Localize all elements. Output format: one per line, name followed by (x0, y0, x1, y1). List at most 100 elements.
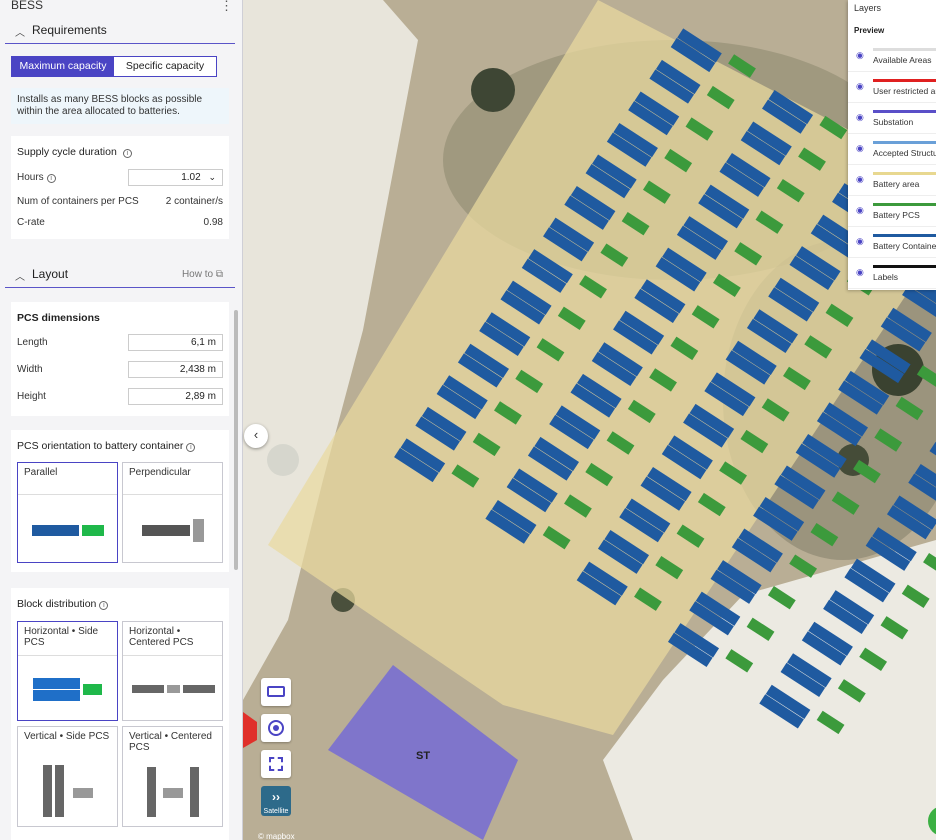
map-attribution[interactable]: © mapbox (258, 832, 295, 840)
width-input[interactable]: 2,438 m (128, 361, 223, 378)
container-shape (43, 765, 52, 817)
layers-preview-label: Preview (854, 26, 885, 35)
layer-item[interactable]: ◉ Battery PCS (848, 196, 936, 227)
eye-icon[interactable]: ◉ (856, 81, 864, 92)
layer-name: Battery PCS (873, 210, 920, 220)
eye-icon[interactable]: ◉ (856, 143, 864, 154)
info-text: Installs as many BESS blocks as possible… (11, 88, 229, 124)
height-input[interactable]: 2,89 m (128, 388, 223, 405)
external-link-icon: ⧉ (215, 269, 223, 280)
layers-switch-icon: ›› (272, 790, 280, 804)
layer-name: User restricted areas (873, 86, 936, 96)
parallel-label: Parallel (18, 463, 117, 495)
layer-item[interactable]: ◉ Available Areas (848, 41, 936, 72)
crate-row: C-rate 0.98 (17, 214, 223, 232)
layer-swatch (873, 172, 936, 175)
perpendicular-pcs-shape (193, 519, 204, 542)
satellite-toggle[interactable]: ›› Satellite (261, 786, 291, 816)
orientation-title-text: PCS orientation to battery container (17, 440, 184, 452)
eye-icon[interactable]: ◉ (856, 205, 864, 216)
requirements-title: Requirements (32, 23, 107, 37)
how-to-link[interactable]: How to ⧉ (182, 269, 223, 280)
requirements-header[interactable]: ︿ Requirements (5, 18, 235, 44)
info-icon[interactable]: i (122, 149, 132, 158)
length-unit: m (207, 337, 216, 348)
containers-value: 2 container/s (165, 196, 223, 207)
eye-icon[interactable]: ◉ (856, 112, 864, 123)
map-canvas[interactable] (243, 0, 936, 840)
block-distribution-title: Block distribution i (17, 598, 109, 610)
fullscreen-button[interactable] (261, 750, 291, 778)
supply-cycle-card: Supply cycle duration i Hours i 1.02 ⌄ Nu… (11, 136, 229, 239)
locate-button[interactable] (261, 714, 291, 742)
layer-item[interactable]: ◉ Labels (848, 258, 936, 289)
block-option-horizontal-side[interactable]: Horizontal • Side PCS (17, 621, 118, 721)
layer-name: Substation (873, 117, 914, 127)
layer-swatch (873, 203, 936, 206)
layer-swatch (873, 141, 936, 144)
hours-label-text: Hours (17, 172, 44, 183)
layer-item[interactable]: ◉ Battery area (848, 165, 936, 196)
pcs-dimensions-card: PCS dimensions Length 6,1 m Width 2,438 … (11, 302, 229, 416)
info-icon[interactable]: i (46, 174, 56, 183)
fullscreen-icon (269, 757, 283, 771)
kebab-icon[interactable]: ⋮ (220, 0, 233, 14)
tab-specific-capacity[interactable]: Specific capacity (114, 57, 216, 76)
eye-icon[interactable]: ◉ (856, 236, 864, 247)
block-option-horizontal-centered[interactable]: Horizontal • Centered PCS (122, 621, 223, 721)
measure-tool-button[interactable] (261, 678, 291, 706)
parallel-container-shape (32, 525, 79, 536)
layer-swatch (873, 110, 936, 113)
supply-cycle-title-text: Supply cycle duration (17, 146, 117, 158)
map-view[interactable]: ST © mapbox (243, 0, 936, 840)
height-label: Height (17, 391, 46, 402)
chevron-up-icon: ︿ (15, 272, 25, 283)
layer-item[interactable]: ◉ Substation (848, 103, 936, 134)
length-value: 6,1 (190, 337, 205, 348)
length-label: Length (17, 337, 48, 348)
tab-maximum-capacity[interactable]: Maximum capacity (12, 57, 114, 76)
container-shape (55, 765, 64, 817)
hours-value: 1.02 (181, 172, 201, 183)
hours-label: Hours i (17, 172, 56, 183)
orientation-option-parallel[interactable]: Parallel (17, 462, 118, 563)
ruler-icon (267, 686, 285, 697)
height-value: 2,89 (185, 391, 205, 402)
sidebar-scrollbar[interactable] (234, 310, 238, 570)
orientation-option-perpendicular[interactable]: Perpendicular (122, 462, 223, 563)
chevron-up-icon: ︿ (15, 28, 25, 39)
layer-item[interactable]: ◉ Battery Containers (848, 227, 936, 258)
containers-label: Num of containers per PCS (17, 196, 139, 207)
eye-icon[interactable]: ◉ (856, 267, 864, 278)
info-icon[interactable]: i (99, 601, 109, 610)
layer-name: Available Areas (873, 55, 932, 65)
layers-panel: Layers Preview ◉ Available Areas ◉ User res… (848, 0, 936, 290)
layer-swatch (873, 234, 936, 237)
layer-item[interactable]: ◉ Accepted Structures (848, 134, 936, 165)
perpendicular-container-shape (142, 525, 190, 536)
collapse-sidebar-button[interactable]: ‹ (244, 424, 268, 448)
width-unit: m (207, 364, 216, 375)
container-shape (33, 690, 80, 701)
eye-icon[interactable]: ◉ (856, 50, 864, 61)
layer-swatch (873, 48, 936, 51)
vertical-side-label: Vertical • Side PCS (24, 731, 110, 742)
crosshair-dot (273, 725, 279, 731)
parallel-pcs-shape (82, 525, 104, 536)
crate-label: C-rate (17, 217, 45, 228)
layer-name: Accepted Structures (873, 148, 936, 158)
container-shape (183, 685, 215, 693)
containers-row: Num of containers per PCS 2 container/s (17, 193, 223, 211)
length-input[interactable]: 6,1 m (128, 334, 223, 351)
block-option-vertical-centered[interactable]: Vertical • Centered PCS (122, 726, 223, 827)
layer-item[interactable]: ◉ User restricted areas (848, 72, 936, 103)
block-option-vertical-side[interactable]: Vertical • Side PCS (17, 726, 118, 827)
pcs-shape (167, 685, 180, 693)
satellite-label: Satellite (263, 808, 289, 815)
info-icon[interactable]: i (186, 443, 196, 452)
height-unit: m (207, 391, 216, 402)
layout-header[interactable]: ︿ Layout How to ⧉ (5, 262, 235, 288)
hours-select[interactable]: 1.02 ⌄ (128, 169, 223, 186)
eye-icon[interactable]: ◉ (856, 174, 864, 185)
chevron-down-icon: ⌄ (208, 172, 216, 182)
